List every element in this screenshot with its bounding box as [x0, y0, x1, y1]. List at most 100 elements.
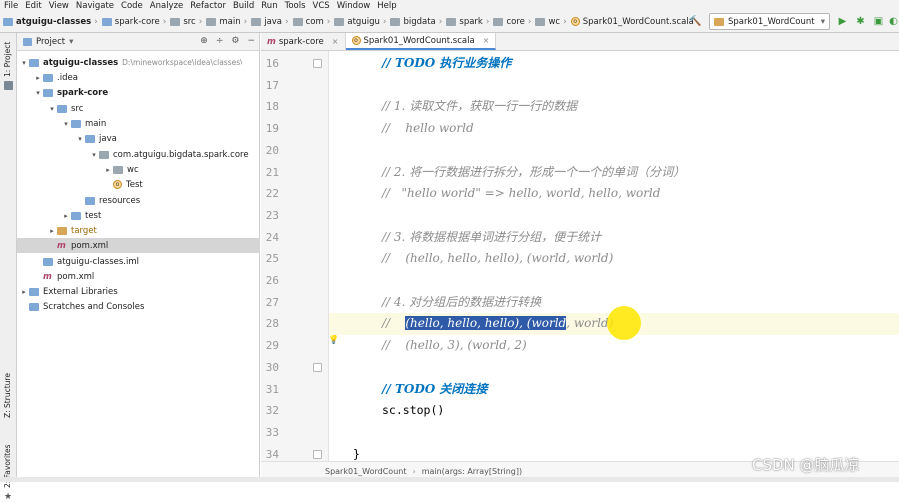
tree-expand-arrow[interactable]: ▾: [33, 89, 43, 97]
tree-item[interactable]: m pom.xml: [17, 269, 260, 284]
code-line[interactable]: // 3. 将数据根据单词进行分组，便于统计: [329, 227, 899, 249]
menu-item-vcs[interactable]: VCS: [313, 1, 330, 11]
tree-item[interactable]: ▸ External Libraries: [17, 284, 260, 299]
tree-item[interactable]: ▾ src: [17, 101, 260, 116]
nav-crumb[interactable]: wc: [535, 17, 560, 27]
close-icon[interactable]: ×: [483, 36, 490, 45]
nav-crumb[interactable]: bigdata: [390, 17, 436, 27]
tree-item[interactable]: ▾ main: [17, 116, 260, 131]
breadcrumb-class[interactable]: Spark01_WordCount: [325, 467, 406, 476]
folder-icon: [43, 73, 53, 82]
debug-icon[interactable]: ✱: [853, 14, 868, 29]
code-line[interactable]: // TODO 关闭连接: [329, 379, 899, 401]
fold-marker-icon[interactable]: [313, 449, 322, 459]
tree-expand-arrow[interactable]: ▸: [33, 74, 43, 82]
nav-crumb-label: spark-core: [114, 16, 160, 27]
code-line[interactable]: [329, 140, 899, 162]
tree-item[interactable]: o Test: [17, 177, 260, 192]
nav-crumb[interactable]: o Spark01_WordCount.scala: [570, 17, 694, 27]
structure-tool-tab[interactable]: Z: Structure: [3, 373, 12, 418]
nav-crumb[interactable]: com: [292, 17, 324, 27]
code-line[interactable]: // 1. 读取文件，获取一行一行的数据: [329, 96, 899, 118]
chevron-right-icon: ›: [285, 16, 289, 27]
nav-crumb[interactable]: core: [493, 17, 525, 27]
menu-item-file[interactable]: File: [4, 1, 18, 11]
tree-item[interactable]: ▾ atguigu-classes D:\mineworkspace\idea\cl…: [17, 55, 260, 70]
nav-crumb[interactable]: atguigu: [334, 17, 380, 27]
code-line[interactable]: sc.stop(): [329, 400, 899, 422]
nav-crumb[interactable]: atguigu-classes: [3, 17, 91, 27]
code-line[interactable]: [329, 357, 899, 379]
code-area[interactable]: // TODO 执行业务操作 // 1. 读取文件，获取一行一行的数据 // hel…: [329, 51, 899, 461]
tree-item[interactable]: ▸ .idea: [17, 70, 260, 85]
tree-expand-arrow[interactable]: ▸: [61, 212, 71, 220]
code-line[interactable]: // (hello, 3), (world, 2): [329, 335, 899, 357]
project-tool-tab[interactable]: 1: Project: [3, 42, 12, 77]
tree-expand-arrow[interactable]: ▸: [19, 288, 29, 296]
nav-crumb[interactable]: src: [170, 17, 196, 27]
project-panel-title[interactable]: Project: [36, 37, 65, 47]
code-line[interactable]: // 2. 将一行数据进行拆分，形成一个一个的单词（分词）: [329, 162, 899, 184]
tree-item[interactable]: ▸ target: [17, 223, 260, 238]
nav-crumb[interactable]: main: [206, 17, 241, 27]
menu-item-view[interactable]: View: [49, 1, 69, 11]
breadcrumb-method[interactable]: main(args: Array[String]): [422, 467, 522, 476]
menu-item-edit[interactable]: Edit: [25, 1, 41, 11]
menu-item-window[interactable]: Window: [337, 1, 371, 11]
menu-item-help[interactable]: Help: [377, 1, 396, 11]
tree-item[interactable]: m pom.xml: [17, 238, 260, 253]
menu-item-tools[interactable]: Tools: [285, 1, 306, 11]
locate-icon[interactable]: ⊕: [200, 36, 208, 46]
run-icon[interactable]: ▶: [835, 14, 850, 29]
tree-expand-arrow[interactable]: ▾: [19, 59, 29, 67]
tree-item[interactable]: ▾ java: [17, 131, 260, 146]
tree-expand-arrow[interactable]: ▾: [75, 135, 85, 143]
nav-crumb[interactable]: java: [251, 17, 282, 27]
line-number: 30: [265, 360, 279, 374]
fold-marker-icon[interactable]: [313, 362, 322, 372]
gear-icon[interactable]: ⚙: [231, 36, 239, 46]
nav-crumb-label: java: [264, 16, 283, 27]
tree-item[interactable]: ▾ spark-core: [17, 85, 260, 100]
tree-item[interactable]: ▸ wc: [17, 162, 260, 177]
profile-icon[interactable]: ◐: [886, 14, 899, 29]
code-line[interactable]: [329, 205, 899, 227]
nav-crumb[interactable]: spark-core: [101, 16, 160, 27]
tree-item[interactable]: ▸ test: [17, 208, 260, 223]
line-number: 22: [265, 187, 279, 201]
collapse-all-icon[interactable]: ÷: [216, 36, 224, 46]
menu-item-refactor[interactable]: Refactor: [190, 1, 226, 11]
code-line[interactable]: // TODO 执行业务操作: [329, 53, 899, 75]
editor-tab[interactable]: m spark-core ×: [261, 33, 346, 50]
menu-item-code[interactable]: Code: [121, 1, 143, 11]
code-line[interactable]: [329, 75, 899, 97]
tree-expand-arrow[interactable]: ▾: [47, 105, 57, 113]
tree-expand-arrow[interactable]: ▾: [61, 120, 71, 128]
fold-marker-icon[interactable]: [313, 59, 322, 68]
editor-tab[interactable]: o Spark01_WordCount.scala ×: [345, 33, 497, 50]
tree-item[interactable]: Scratches and Consoles: [17, 299, 260, 314]
tree-item[interactable]: ▾ com.atguigu.bigdata.spark.core: [17, 147, 260, 162]
menu-item-navigate[interactable]: Navigate: [76, 1, 114, 11]
run-configuration-select[interactable]: Spark01_WordCount ▾: [709, 13, 830, 30]
hide-icon[interactable]: −: [247, 36, 255, 46]
code-line[interactable]: // hello world: [329, 118, 899, 140]
build-hammer-icon[interactable]: 🔨: [688, 14, 703, 29]
tree-item[interactable]: resources: [17, 193, 260, 208]
code-line[interactable]: // "hello world" => hello, world, hello,…: [329, 183, 899, 205]
close-icon[interactable]: ×: [332, 37, 339, 46]
code-line[interactable]: // (hello, hello, hello), (world, world): [329, 248, 899, 270]
menu-item-analyze[interactable]: Analyze: [150, 1, 184, 11]
line-number: 33: [265, 425, 279, 439]
tree-expand-arrow[interactable]: ▸: [103, 166, 113, 174]
tree-expand-arrow[interactable]: ▾: [89, 151, 99, 159]
code-line[interactable]: [329, 270, 899, 292]
nav-crumb[interactable]: spark: [446, 17, 483, 27]
tree-expand-arrow[interactable]: ▸: [47, 227, 57, 235]
code-line[interactable]: [329, 422, 899, 444]
menu-item-build[interactable]: Build: [233, 1, 254, 11]
menu-item-run[interactable]: Run: [261, 1, 277, 11]
coverage-icon[interactable]: ▣: [871, 14, 886, 29]
chevron-down-icon[interactable]: ▾: [69, 37, 73, 47]
tree-item[interactable]: atguigu-classes.iml: [17, 254, 260, 269]
